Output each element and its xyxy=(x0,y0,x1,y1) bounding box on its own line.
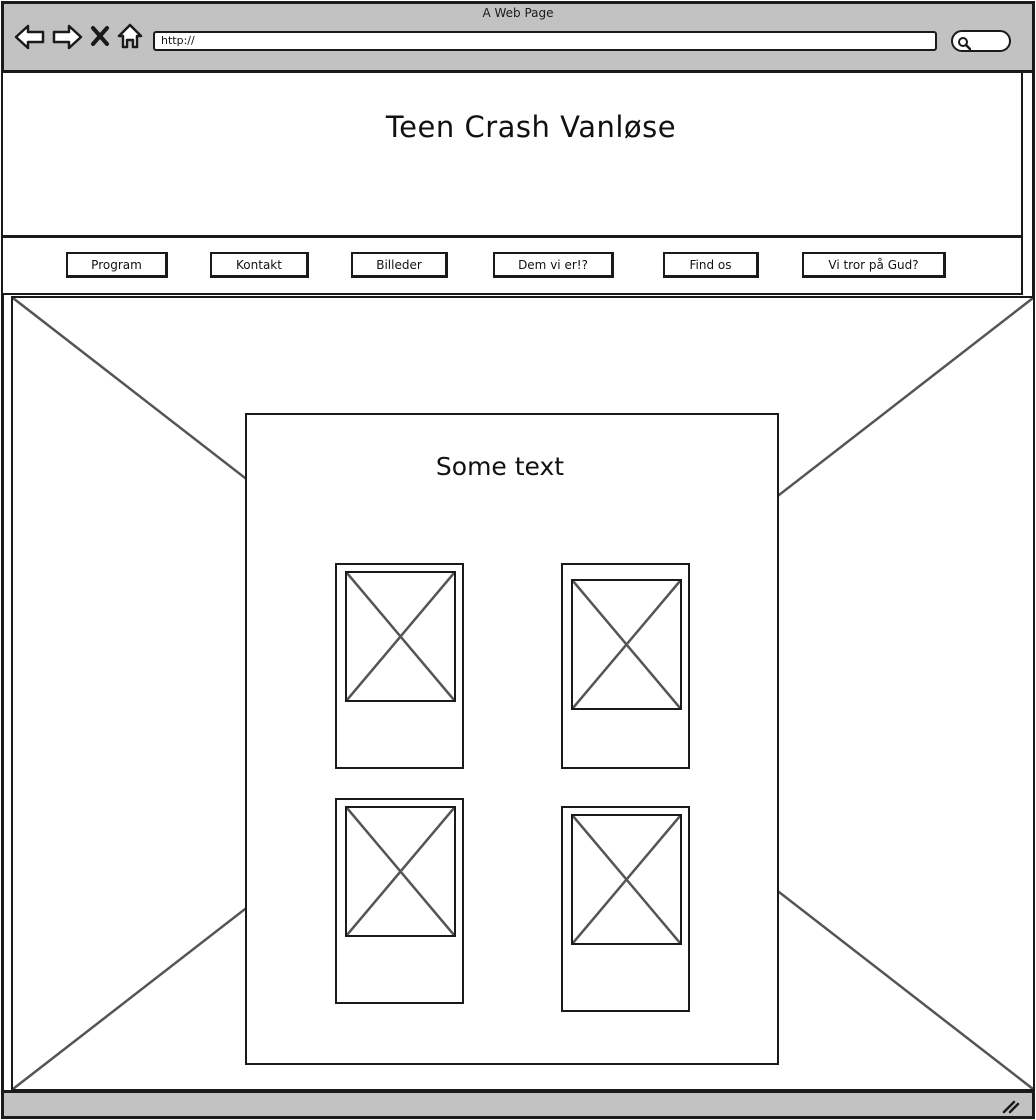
card-image-placeholder xyxy=(571,579,682,710)
nav-button-program[interactable]: Program xyxy=(66,252,168,278)
resize-handle-icon[interactable] xyxy=(1002,1099,1020,1118)
forward-icon[interactable] xyxy=(51,23,83,51)
search-icon xyxy=(957,35,972,54)
image-placeholder-icon xyxy=(347,808,454,935)
status-bar xyxy=(1,1090,1035,1119)
nav-button-kontakt[interactable]: Kontakt xyxy=(210,252,309,278)
url-field[interactable]: http:// xyxy=(153,31,937,51)
back-icon[interactable] xyxy=(14,23,46,51)
nav-button-find-os[interactable]: Find os xyxy=(663,252,759,278)
nav-button-dem-vi-er[interactable]: Dem vi er!? xyxy=(493,252,614,278)
image-placeholder-icon xyxy=(573,816,680,943)
close-icon[interactable] xyxy=(90,25,110,47)
home-icon[interactable] xyxy=(116,22,144,50)
panel-heading: Some text xyxy=(435,452,565,481)
nav-button-vi-tror-paa-gud[interactable]: Vi tror på Gud? xyxy=(802,252,946,278)
image-placeholder-icon xyxy=(347,573,454,700)
window-title: A Web Page xyxy=(482,6,554,20)
search-input[interactable] xyxy=(951,30,1011,52)
card-image-placeholder xyxy=(345,571,456,702)
image-placeholder-icon xyxy=(573,581,680,708)
card-image-placeholder xyxy=(571,814,682,945)
card-image-placeholder xyxy=(345,806,456,937)
site-header xyxy=(1,73,1023,237)
nav-button-billeder[interactable]: Billeder xyxy=(351,252,448,278)
content-panel xyxy=(245,413,779,1065)
site-title: Teen Crash Vanløse xyxy=(385,110,677,144)
